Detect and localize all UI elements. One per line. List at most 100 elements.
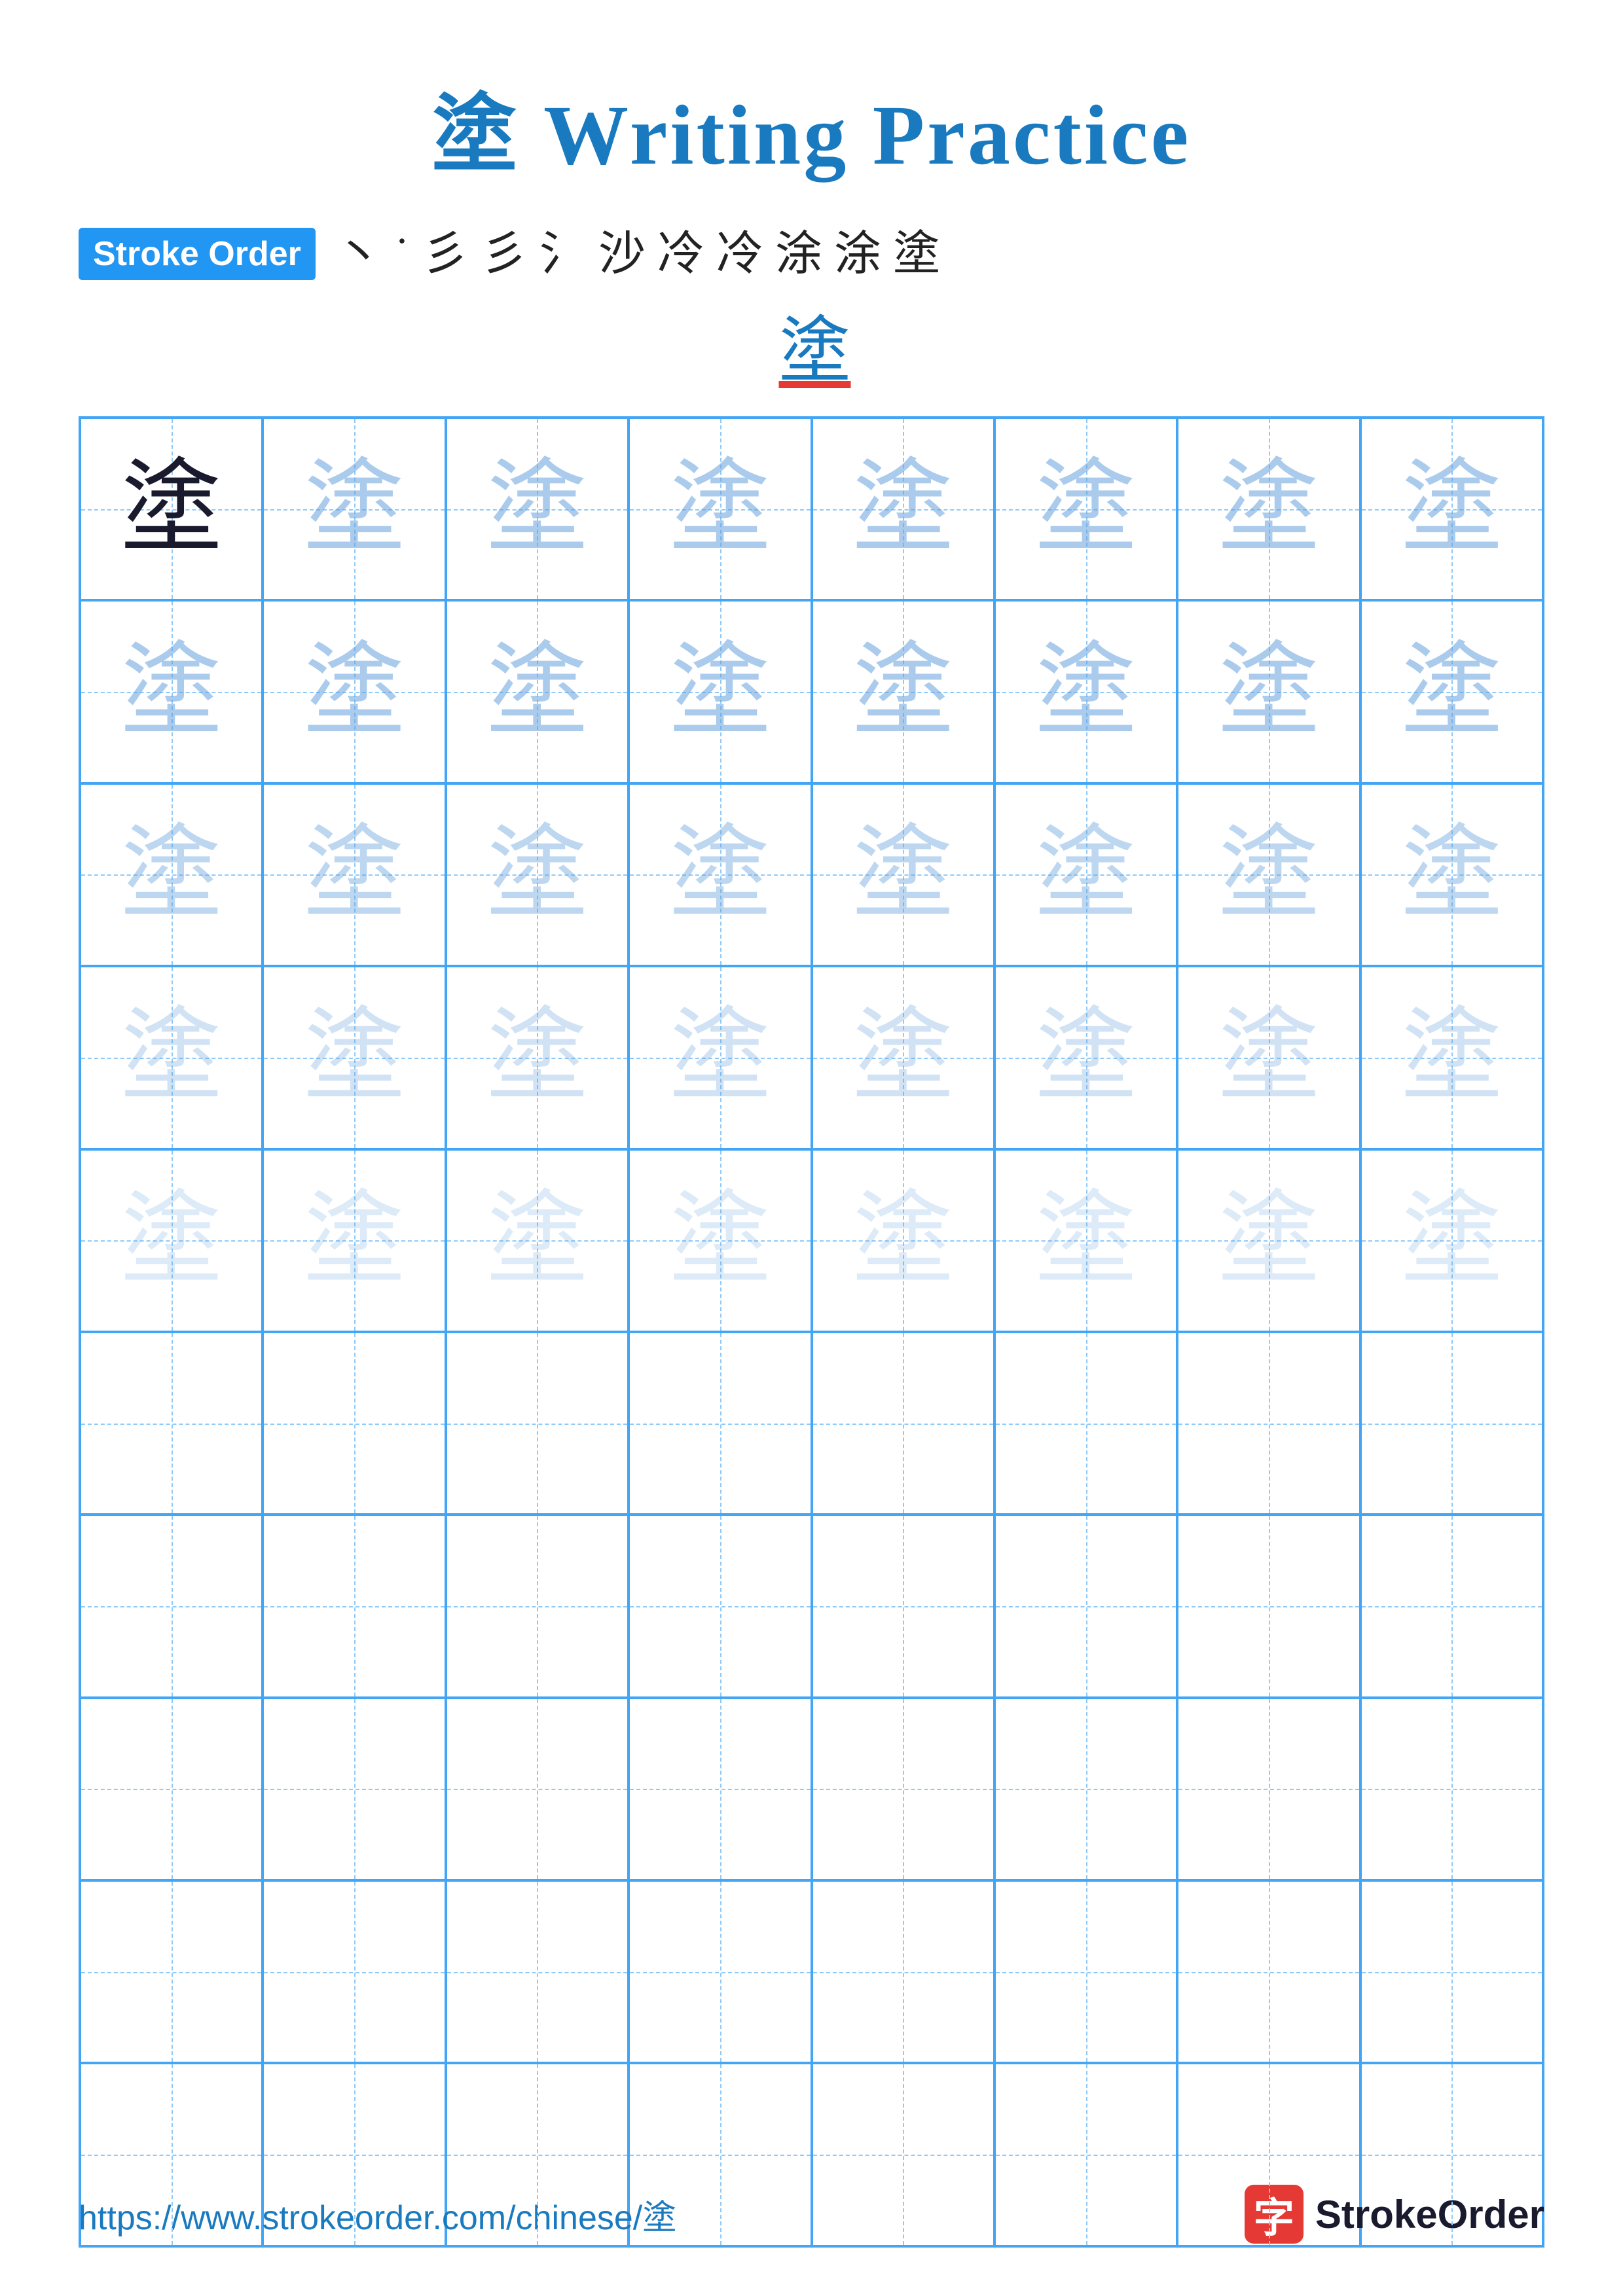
practice-char-guide: 塗 — [120, 1190, 222, 1291]
grid-cell-3-2[interactable]: 塗 — [263, 783, 445, 966]
footer: https://www.strokeorder.com/chinese/塗 字 … — [79, 2185, 1544, 2244]
grid-cell-9-8[interactable] — [1360, 1880, 1543, 2063]
stroke-sequence: 丶 ˙ 彡 彡 氵 沙 冷 冷 涂 涂 塗 — [335, 230, 940, 278]
grid-cell-8-3[interactable] — [446, 1698, 629, 1880]
grid-cell-4-2[interactable]: 塗 — [263, 966, 445, 1149]
grid-cell-1-8[interactable]: 塗 — [1360, 418, 1543, 600]
grid-row-2: 塗 塗 塗 塗 塗 塗 塗 塗 — [80, 600, 1543, 783]
grid-cell-6-8[interactable] — [1360, 1332, 1543, 1515]
grid-cell-7-3[interactable] — [446, 1515, 629, 1697]
grid-cell-8-6[interactable] — [994, 1698, 1177, 1880]
grid-cell-1-4[interactable]: 塗 — [629, 418, 811, 600]
grid-cell-3-4[interactable]: 塗 — [629, 783, 811, 966]
grid-cell-9-5[interactable] — [812, 1880, 994, 2063]
practice-char-guide: 塗 — [852, 1007, 954, 1108]
grid-cell-1-3[interactable]: 塗 — [446, 418, 629, 600]
grid-row-6 — [80, 1332, 1543, 1515]
stroke-4: 彡 — [481, 230, 528, 278]
grid-cell-8-7[interactable] — [1177, 1698, 1360, 1880]
grid-cell-6-1[interactable] — [80, 1332, 263, 1515]
grid-cell-7-8[interactable] — [1360, 1515, 1543, 1697]
grid-cell-3-3[interactable]: 塗 — [446, 783, 629, 966]
grid-cell-7-5[interactable] — [812, 1515, 994, 1697]
grid-cell-6-4[interactable] — [629, 1332, 811, 1515]
practice-char-guide: 塗 — [120, 641, 222, 743]
grid-cell-9-6[interactable] — [994, 1880, 1177, 2063]
grid-cell-1-6[interactable]: 塗 — [994, 418, 1177, 600]
grid-cell-4-5[interactable]: 塗 — [812, 966, 994, 1149]
grid-cell-5-1[interactable]: 塗 — [80, 1149, 263, 1332]
practice-char-guide: 塗 — [669, 458, 771, 560]
grid-cell-3-1[interactable]: 塗 — [80, 783, 263, 966]
grid-cell-3-6[interactable]: 塗 — [994, 783, 1177, 966]
grid-cell-9-4[interactable] — [629, 1880, 811, 2063]
grid-cell-3-7[interactable]: 塗 — [1177, 783, 1360, 966]
grid-cell-9-3[interactable] — [446, 1880, 629, 2063]
grid-cell-3-5[interactable]: 塗 — [812, 783, 994, 966]
title-char: 塗 Writing Practice — [432, 88, 1192, 183]
practice-char-guide: 塗 — [304, 641, 405, 743]
grid-cell-4-6[interactable]: 塗 — [994, 966, 1177, 1149]
grid-row-4: 塗 塗 塗 塗 塗 塗 塗 塗 — [80, 966, 1543, 1149]
footer-url[interactable]: https://www.strokeorder.com/chinese/塗 — [79, 2190, 676, 2239]
grid-row-8 — [80, 1698, 1543, 1880]
grid-cell-1-7[interactable]: 塗 — [1177, 418, 1360, 600]
grid-cell-5-3[interactable]: 塗 — [446, 1149, 629, 1332]
grid-cell-6-7[interactable] — [1177, 1332, 1360, 1515]
grid-cell-5-8[interactable]: 塗 — [1360, 1149, 1543, 1332]
grid-cell-4-3[interactable]: 塗 — [446, 966, 629, 1149]
grid-cell-9-7[interactable] — [1177, 1880, 1360, 2063]
grid-cell-8-5[interactable] — [812, 1698, 994, 1880]
grid-cell-8-1[interactable] — [80, 1698, 263, 1880]
grid-cell-1-1[interactable]: 塗 — [80, 418, 263, 600]
grid-row-5: 塗 塗 塗 塗 塗 塗 塗 塗 — [80, 1149, 1543, 1332]
practice-char-guide: 塗 — [669, 1007, 771, 1108]
grid-cell-6-6[interactable] — [994, 1332, 1177, 1515]
grid-cell-5-4[interactable]: 塗 — [629, 1149, 811, 1332]
grid-cell-2-7[interactable]: 塗 — [1177, 600, 1360, 783]
grid-cell-4-8[interactable]: 塗 — [1360, 966, 1543, 1149]
grid-cell-2-5[interactable]: 塗 — [812, 600, 994, 783]
practice-char-guide: 塗 — [669, 641, 771, 743]
practice-char-guide: 塗 — [1401, 824, 1503, 925]
grid-cell-1-2[interactable]: 塗 — [263, 418, 445, 600]
grid-cell-2-4[interactable]: 塗 — [629, 600, 811, 783]
grid-cell-5-7[interactable]: 塗 — [1177, 1149, 1360, 1332]
stroke-7: 冷 — [657, 230, 704, 278]
grid-cell-9-1[interactable] — [80, 1880, 263, 2063]
grid-cell-4-7[interactable]: 塗 — [1177, 966, 1360, 1149]
grid-cell-2-6[interactable]: 塗 — [994, 600, 1177, 783]
grid-cell-8-4[interactable] — [629, 1698, 811, 1880]
grid-cell-5-5[interactable]: 塗 — [812, 1149, 994, 1332]
grid-cell-7-7[interactable] — [1177, 1515, 1360, 1697]
grid-row-1: 塗 塗 塗 塗 塗 塗 塗 塗 — [80, 418, 1543, 600]
grid-cell-6-2[interactable] — [263, 1332, 445, 1515]
grid-cell-9-2[interactable] — [263, 1880, 445, 2063]
grid-cell-7-1[interactable] — [80, 1515, 263, 1697]
stroke-6: 沙 — [598, 230, 646, 278]
grid-cell-7-4[interactable] — [629, 1515, 811, 1697]
grid-cell-8-8[interactable] — [1360, 1698, 1543, 1880]
grid-cell-2-2[interactable]: 塗 — [263, 600, 445, 783]
grid-cell-5-2[interactable]: 塗 — [263, 1149, 445, 1332]
grid-cell-1-5[interactable]: 塗 — [812, 418, 994, 600]
grid-cell-7-6[interactable] — [994, 1515, 1177, 1697]
practice-char-guide: 塗 — [669, 1190, 771, 1291]
practice-char-guide: 塗 — [304, 458, 405, 560]
grid-cell-4-4[interactable]: 塗 — [629, 966, 811, 1149]
grid-cell-6-5[interactable] — [812, 1332, 994, 1515]
grid-cell-4-1[interactable]: 塗 — [80, 966, 263, 1149]
grid-cell-6-3[interactable] — [446, 1332, 629, 1515]
grid-row-9 — [80, 1880, 1543, 2063]
practice-char-guide: 塗 — [120, 824, 222, 925]
grid-cell-2-3[interactable]: 塗 — [446, 600, 629, 783]
practice-char-guide: 塗 — [669, 824, 771, 925]
grid-cell-5-6[interactable]: 塗 — [994, 1149, 1177, 1332]
grid-cell-2-8[interactable]: 塗 — [1360, 600, 1543, 783]
grid-cell-7-2[interactable] — [263, 1515, 445, 1697]
stroke-2: ˙ — [394, 230, 410, 278]
practice-char-guide: 塗 — [304, 1007, 405, 1108]
grid-cell-8-2[interactable] — [263, 1698, 445, 1880]
grid-cell-3-8[interactable]: 塗 — [1360, 783, 1543, 966]
grid-cell-2-1[interactable]: 塗 — [80, 600, 263, 783]
